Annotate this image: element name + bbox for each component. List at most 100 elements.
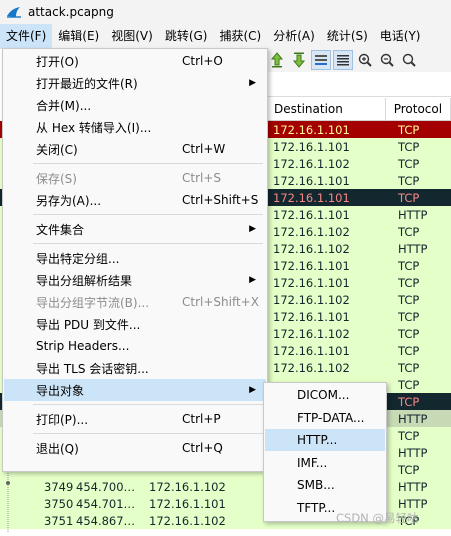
menu-item-label: 合并(M)... [36, 98, 92, 113]
jump-down-icon[interactable] [289, 50, 309, 70]
wireshark-logo-icon [7, 7, 21, 18]
menu-separator [33, 404, 263, 405]
menu-7[interactable]: 电话(Y) [374, 24, 427, 48]
file-menu-item-17[interactable]: 导出对象 ▶ [4, 379, 266, 401]
menu-item-label: 从 Hex 转储导入(I)... [36, 120, 152, 135]
zoom-out-icon[interactable] [377, 50, 397, 70]
menu-0[interactable]: 文件(F) [0, 24, 53, 48]
display-filter-bar[interactable] [266, 72, 451, 97]
file-menu-item-15[interactable]: Strip Headers... [4, 335, 266, 357]
cell-dst: 172.16.1.101 [273, 139, 350, 154]
file-menu-item-13[interactable]: 导出分组字节流(B)... Ctrl+Shift+X [4, 291, 266, 313]
cell-dst: 172.16.1.102 [273, 156, 350, 171]
window-title: attack.pcapng [28, 5, 114, 19]
file-menu-item-1[interactable]: 打开最近的文件(R) ▶ [4, 72, 266, 94]
menu-separator [33, 243, 263, 244]
menu-4[interactable]: 捕获(C) [213, 24, 267, 48]
cell-proto: HTTP [398, 496, 428, 511]
file-menu-item-3[interactable]: 从 Hex 转储导入(I)... [4, 116, 266, 138]
export-objects-item-0[interactable]: DICOM... [265, 384, 385, 406]
jump-up-icon[interactable] [267, 50, 287, 70]
cell-time: 454.867… [76, 513, 136, 528]
file-menu-item-11[interactable]: 导出特定分组... [4, 247, 266, 269]
menu-item-shortcut: Ctrl+S [182, 171, 222, 185]
file-menu-item-7[interactable]: 另存为(A)... Ctrl+Shift+S [4, 189, 266, 211]
submenu-arrow-icon: ▶ [249, 224, 256, 234]
menu-separator [33, 214, 263, 215]
file-menu-item-0[interactable]: 打开(O) Ctrl+O [4, 50, 266, 72]
submenu-arrow-icon: ▶ [249, 385, 256, 395]
cell-proto: TCP [398, 122, 420, 137]
file-menu-item-2[interactable]: 合并(M)... [4, 94, 266, 116]
cell-src: 172.16.1.101 [149, 496, 226, 511]
file-menu-item-4[interactable]: 关闭(C) Ctrl+W [4, 138, 266, 160]
menu-item-label: 关闭(C) [36, 142, 78, 157]
cell-proto: TCP [398, 343, 420, 358]
menu-item-shortcut: Ctrl+Shift+S [182, 193, 259, 207]
packet-list-header: Destination Protocol [266, 98, 451, 121]
menu-1[interactable]: 编辑(E) [52, 24, 105, 48]
file-menu-item-19[interactable]: 打印(P)... Ctrl+P [4, 408, 266, 430]
file-menu-item-12[interactable]: 导出分组解析结果 ▶ [4, 269, 266, 291]
export-objects-item-1[interactable]: FTP-DATA... [265, 407, 385, 429]
cell-proto: HTTP [398, 241, 428, 256]
file-menu-item-16[interactable]: 导出 TLS 会话密钥... [4, 357, 266, 379]
export-objects-item-4[interactable]: SMB... [265, 474, 385, 496]
cell-proto: TCP [398, 275, 420, 290]
menu-item-label: 打开最近的文件(R) [36, 76, 138, 91]
cell-proto: TCP [398, 360, 420, 375]
menu-item-shortcut: Ctrl+O [182, 54, 223, 68]
cell-proto: TCP [398, 292, 420, 307]
cell-proto: TCP [398, 258, 420, 273]
colorize-icon[interactable] [333, 50, 353, 70]
column-protocol[interactable]: Protocol [386, 98, 451, 120]
autoscroll-icon[interactable] [311, 50, 331, 70]
cell-time: 454.700… [76, 479, 136, 494]
cell-proto: TCP [398, 139, 420, 154]
menu-2[interactable]: 视图(V) [105, 24, 159, 48]
menu-item-label: SMB... [297, 478, 335, 492]
main-toolbar [266, 48, 451, 72]
menu-3[interactable]: 跳转(G) [159, 24, 214, 48]
menu-item-label: 另存为(A)... [36, 193, 102, 208]
cell-proto: HTTP [398, 479, 428, 494]
menu-item-label: 文件集合 [36, 222, 85, 237]
cell-proto: HTTP [398, 411, 428, 426]
cell-proto: HTTP [398, 445, 428, 460]
title-bar: attack.pcapng [0, 0, 451, 24]
menu-6[interactable]: 统计(S) [321, 24, 374, 48]
export-objects-item-2[interactable]: HTTP... [265, 429, 385, 451]
cell-dst: 172.16.1.102 [273, 241, 350, 256]
menu-item-shortcut: Ctrl+Shift+X [182, 295, 259, 309]
cell-src: 172.16.1.102 [149, 479, 226, 494]
menu-separator [33, 163, 263, 164]
cell-src: 172.16.1.102 [149, 513, 226, 528]
menu-item-label: FTP-DATA... [297, 410, 365, 425]
submenu-arrow-icon: ▶ [249, 78, 256, 88]
column-destination[interactable]: Destination [266, 98, 386, 120]
zoom-in-icon[interactable] [355, 50, 375, 70]
file-menu-item-14[interactable]: 导出 PDU 到文件... [4, 313, 266, 335]
menu-item-label: 打开(O) [36, 54, 79, 69]
cell-dst: 172.16.1.102 [273, 292, 350, 307]
cell-proto: TCP [398, 190, 420, 205]
cell-dst: 172.16.1.101 [273, 309, 350, 324]
menu-item-label: Strip Headers... [36, 339, 130, 353]
export-objects-submenu: DICOM... FTP-DATA... HTTP... IMF... SMB... TF… [263, 382, 387, 522]
menu-item-label: 导出 PDU 到文件... [36, 317, 141, 332]
export-objects-item-3[interactable]: IMF... [265, 452, 385, 474]
file-menu-item-21[interactable]: 退出(Q) Ctrl+Q [4, 437, 266, 459]
menu-item-label: 退出(Q) [36, 441, 79, 456]
cell-proto: TCP [398, 462, 420, 477]
menu-item-label: IMF... [297, 455, 328, 470]
file-menu-item-6[interactable]: 保存(S) Ctrl+S [4, 167, 266, 189]
menu-item-label: TFTP... [297, 500, 336, 515]
menu-item-shortcut: Ctrl+P [182, 412, 221, 426]
menu-5[interactable]: 分析(A) [267, 24, 321, 48]
zoom-reset-icon[interactable] [399, 50, 419, 70]
menu-item-label: 导出 TLS 会话密钥... [36, 361, 149, 376]
cell-proto: TCP [398, 428, 420, 443]
file-menu-item-9[interactable]: 文件集合 ▶ [4, 218, 266, 240]
cell-dst: 172.16.1.101 [273, 122, 350, 137]
cell-proto: TCP [398, 377, 420, 392]
